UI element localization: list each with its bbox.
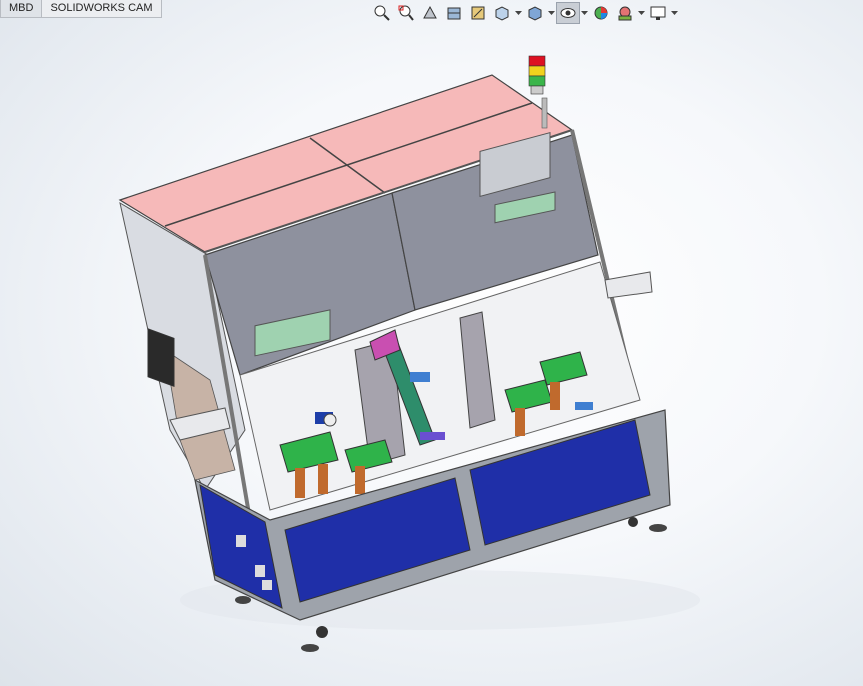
command-manager-tabs: MBD SOLIDWORKS CAM: [0, 0, 162, 19]
chevron-down-icon[interactable]: [580, 2, 589, 24]
view-orientation-icon[interactable]: [490, 2, 514, 24]
chevron-down-icon[interactable]: [637, 2, 646, 24]
chevron-down-icon[interactable]: [514, 2, 523, 24]
heads-up-view-toolbar: [370, 2, 679, 24]
previous-view-icon[interactable]: [418, 2, 442, 24]
side-screen: [147, 328, 175, 388]
zoom-to-fit-icon[interactable]: [370, 2, 394, 24]
hide-show-items-icon[interactable]: [556, 2, 580, 24]
display-style-icon[interactable]: [523, 2, 547, 24]
tab-mbd[interactable]: MBD: [0, 0, 43, 18]
tab-solidworks-cam[interactable]: SOLIDWORKS CAM: [42, 0, 162, 18]
chevron-down-icon[interactable]: [547, 2, 556, 24]
apply-scene-icon[interactable]: [613, 2, 637, 24]
section-view-icon[interactable]: [442, 2, 466, 24]
zoom-to-area-icon[interactable]: [394, 2, 418, 24]
edit-appearance-icon[interactable]: [589, 2, 613, 24]
model-viewport[interactable]: [0, 0, 863, 686]
right-tray: [604, 271, 653, 299]
dynamic-annotation-icon[interactable]: [466, 2, 490, 24]
chevron-down-icon[interactable]: [670, 2, 679, 24]
view-settings-icon[interactable]: [646, 2, 670, 24]
